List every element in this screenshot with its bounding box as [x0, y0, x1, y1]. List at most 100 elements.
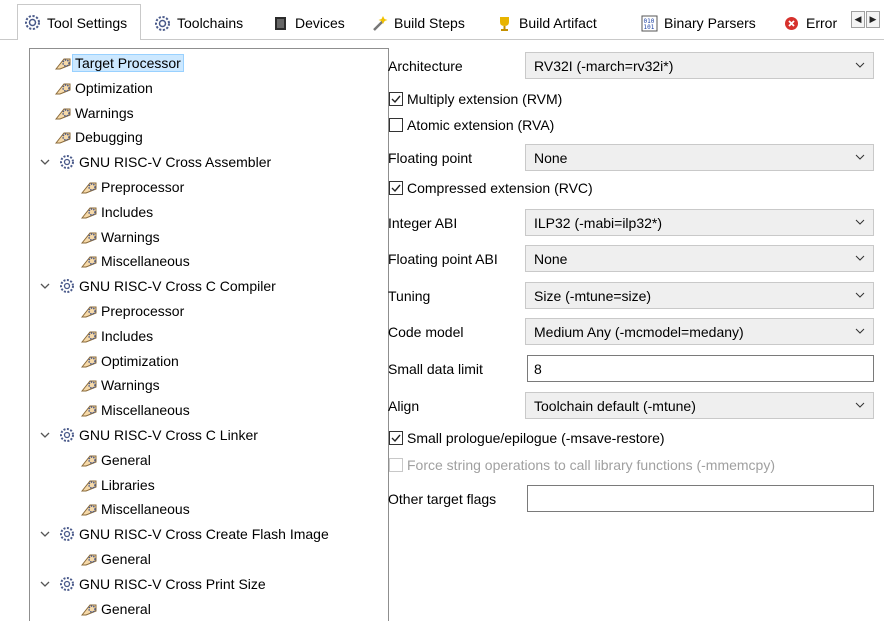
option-page-icon	[80, 204, 98, 220]
tree-group[interactable]: GNU RISC-V Cross C Linker	[40, 424, 258, 446]
tree-item[interactable]: Debugging	[54, 126, 143, 148]
tree-item[interactable]: Optimization	[54, 77, 153, 99]
architecture-select[interactable]: RV32I (-march=rv32i*)	[525, 52, 874, 79]
tree-item-label: Libraries	[101, 476, 155, 493]
tuning-value: Size (-mtune=size)	[534, 287, 652, 304]
fp-abi-select[interactable]: None	[525, 245, 874, 272]
tree-item[interactable]: General	[80, 598, 151, 620]
binary-icon: 010 101	[641, 15, 658, 32]
tab-label: Build Artifact	[519, 15, 597, 31]
tool-gear-icon	[58, 576, 76, 592]
tree-item[interactable]: Warnings	[80, 374, 160, 396]
tree-item-label: GNU RISC-V Cross Print Size	[79, 575, 266, 592]
floating-point-value: None	[534, 149, 568, 166]
checkbox-box	[389, 92, 403, 106]
chevron-down-icon	[855, 292, 865, 298]
tree-item[interactable]: Includes	[80, 325, 153, 347]
tree-item-label: GNU RISC-V Cross C Linker	[79, 427, 258, 443]
multiply-extension-checkbox[interactable]: Multiply extension (RVM)	[389, 91, 562, 107]
tab-label: Tool Settings	[47, 14, 128, 31]
tree-group[interactable]: GNU RISC-V Cross C Compiler	[40, 275, 276, 297]
tab-binary-parsers[interactable]: 010 101 Binary Parsers	[635, 6, 756, 40]
small-data-limit-label: Small data limit	[388, 361, 483, 377]
floating-point-label: Floating point	[388, 150, 473, 166]
architecture-label: Architecture	[388, 58, 463, 74]
option-page-icon	[80, 179, 98, 195]
tree-item[interactable]: Libraries	[80, 474, 155, 496]
tree-item-label: Optimization	[101, 352, 179, 369]
chevron-down-icon	[855, 154, 865, 160]
force-string-checkbox[interactable]: Force string operations to call library …	[389, 457, 775, 473]
tool-gear-icon	[58, 427, 76, 443]
tab-toolchains[interactable]: Toolchains	[148, 6, 243, 40]
tab-build-artifact[interactable]: Build Artifact	[490, 6, 597, 40]
tree-item[interactable]: Includes	[80, 201, 153, 223]
checkbox-box	[389, 458, 403, 472]
tree-item[interactable]: General	[80, 449, 151, 471]
chevron-down-icon	[855, 255, 865, 261]
compressed-extension-checkbox[interactable]: Compressed extension (RVC)	[389, 180, 593, 196]
tree-item-label: General	[101, 451, 151, 468]
option-page-icon	[80, 551, 98, 567]
tree-item-label: Miscellaneous	[101, 402, 190, 419]
tree-item[interactable]: Miscellaneous	[80, 250, 190, 272]
tab-label: Build Steps	[394, 15, 465, 31]
tree-group[interactable]: GNU RISC-V Cross Create Flash Image	[40, 523, 329, 545]
other-target-flags-input[interactable]	[527, 485, 874, 512]
tree-item[interactable]: Preprocessor	[80, 300, 184, 322]
tab-scroll-left-button[interactable]: ◀	[851, 11, 865, 28]
small-data-limit-input[interactable]: 8	[527, 355, 874, 382]
tree-item-label: Target Processor	[72, 54, 184, 72]
tree-item[interactable]: Warnings	[80, 226, 160, 248]
option-page-icon	[80, 253, 98, 269]
compressed-extension-label: Compressed extension (RVC)	[407, 180, 593, 196]
code-model-select[interactable]: Medium Any (-mcmodel=medany)	[525, 318, 874, 345]
expand-toggle-icon[interactable]	[40, 275, 50, 297]
fp-abi-value: None	[534, 250, 568, 267]
atomic-extension-checkbox[interactable]: Atomic extension (RVA)	[389, 117, 554, 133]
tab-devices[interactable]: Devices	[266, 6, 345, 40]
tool-gear-icon	[58, 278, 76, 294]
svg-text:101: 101	[644, 24, 655, 31]
tree-item[interactable]: Preprocessor	[80, 176, 184, 198]
tree-item[interactable]: General	[80, 548, 151, 570]
expand-toggle-icon[interactable]	[40, 424, 50, 446]
checkbox-box	[389, 181, 403, 195]
save-restore-label: Small prologue/epilogue (-msave-restore)	[407, 430, 665, 446]
tree-item[interactable]: Miscellaneous	[80, 498, 190, 520]
integer-abi-label: Integer ABI	[388, 215, 458, 231]
tab-label: Devices	[295, 15, 345, 31]
tab-error[interactable]: Error	[777, 6, 837, 40]
align-select[interactable]: Toolchain default (-mtune)	[525, 392, 874, 419]
option-page-icon	[80, 452, 98, 468]
chevron-down-icon	[855, 328, 865, 334]
tree-item[interactable]: Miscellaneous	[80, 399, 190, 421]
save-restore-checkbox[interactable]: Small prologue/epilogue (-msave-restore)	[389, 430, 665, 446]
option-page-icon	[80, 501, 98, 517]
chip-icon	[272, 15, 289, 32]
force-string-label: Force string operations to call library …	[407, 457, 776, 473]
tuning-select[interactable]: Size (-mtune=size)	[525, 282, 874, 309]
tool-gear-icon	[58, 154, 76, 170]
tree-item-label: Debugging	[75, 129, 143, 146]
floating-point-select[interactable]: None	[525, 144, 874, 171]
expand-toggle-icon[interactable]	[40, 573, 50, 595]
tree-item[interactable]: Warnings	[54, 102, 134, 124]
chevron-down-icon	[855, 402, 865, 408]
expand-toggle-icon[interactable]	[40, 523, 50, 545]
tab-scroll-right-button[interactable]: ▶	[866, 11, 880, 28]
tool-gear-icon	[58, 526, 76, 542]
tree-item-label: Includes	[101, 327, 154, 344]
error-icon	[783, 15, 800, 32]
expand-toggle-icon[interactable]	[40, 151, 50, 173]
trophy-icon	[496, 15, 513, 32]
tree-group[interactable]: GNU RISC-V Cross Print Size	[40, 573, 266, 595]
tab-tool-settings[interactable]: Tool Settings	[17, 4, 141, 40]
tab-build-steps[interactable]: Build Steps	[365, 6, 465, 40]
tree-group[interactable]: GNU RISC-V Cross Assembler	[40, 151, 271, 173]
tree-item[interactable]: Optimization	[80, 350, 179, 372]
integer-abi-select[interactable]: ILP32 (-mabi=ilp32*)	[525, 209, 874, 236]
tree-item-label: Miscellaneous	[101, 501, 190, 518]
tree-item[interactable]: Target Processor	[54, 52, 184, 74]
checkbox-box	[389, 431, 403, 445]
